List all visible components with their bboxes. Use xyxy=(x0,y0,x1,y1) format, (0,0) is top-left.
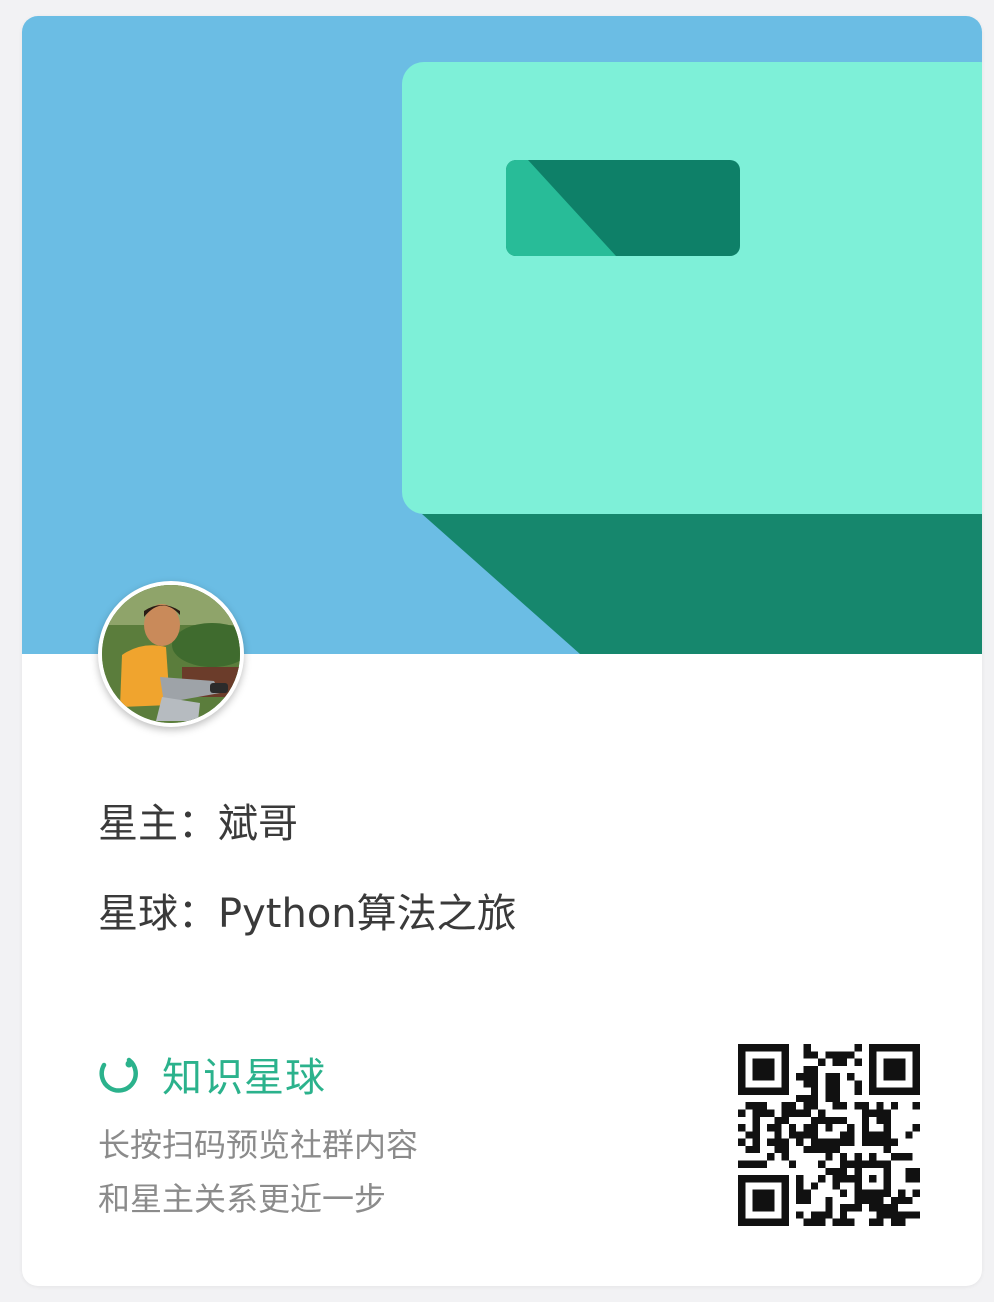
owner-name: 斌哥 xyxy=(218,801,298,847)
planet-line: 星球：Python算法之旅 xyxy=(98,881,517,939)
zsxq-ring-icon xyxy=(99,1057,138,1093)
banner-illustration xyxy=(22,16,982,654)
brand-row: 知识星球 xyxy=(96,1048,326,1101)
owner-line: 星主：斌哥 xyxy=(98,791,298,849)
description-line-1: 长按扫码预览社群内容 xyxy=(98,1126,419,1164)
mint-panel xyxy=(402,62,982,514)
qr-code-icon[interactable] xyxy=(738,1044,920,1226)
planet-name: Python算法之旅 xyxy=(218,891,517,937)
person-photo-icon xyxy=(102,585,240,723)
planet-label: 星球： xyxy=(98,891,218,937)
owner-label: 星主： xyxy=(98,801,218,847)
description-line-2: 和星主关系更近一步 xyxy=(98,1180,387,1218)
share-card: 星主：斌哥 星球：Python算法之旅 知识星球 长按扫码预览社群内容 和星主关… xyxy=(22,16,982,1286)
owner-avatar[interactable] xyxy=(98,581,244,727)
brand-name: 知识星球 xyxy=(162,1055,326,1101)
